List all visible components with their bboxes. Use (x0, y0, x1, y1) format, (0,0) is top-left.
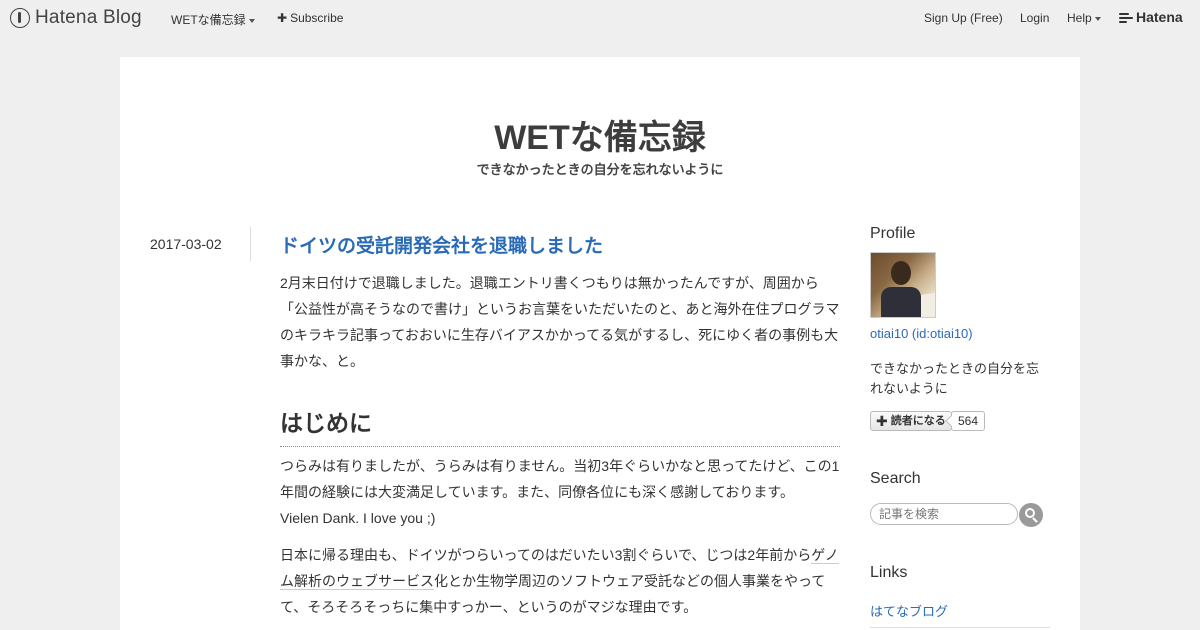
subscriber-count[interactable]: 564 (951, 411, 986, 431)
entry-paragraph: つらみは有りましたが、うらみは有りません。当初3年ぐらいかなと思ってたけど、この… (280, 453, 840, 531)
global-header: Hatena Blog WETな備忘録 ✚ Subscribe Sign Up (… (0, 0, 1200, 36)
paragraph-text: Vielen Dank. I love you ;) (280, 510, 436, 526)
sidebar-divider (870, 627, 1050, 628)
login-link[interactable]: Login (1020, 11, 1049, 25)
section-heading: はじめに (280, 404, 840, 447)
link-hatena-blog[interactable]: はてなブログ (870, 601, 1050, 620)
profile-user-link[interactable]: otiai10 (id:otiai10) (870, 326, 1050, 341)
brand-name: Hatena Blog (35, 7, 142, 28)
help-menu[interactable]: Help (1067, 11, 1101, 25)
subscribe-reader-label: 読者になる (890, 415, 946, 427)
search-heading: Search (870, 470, 921, 487)
hatena-blog-icon (10, 8, 30, 28)
entry-title[interactable]: ドイツの受託開発会社を退職しました (280, 231, 603, 258)
caret-down-icon (1094, 16, 1101, 21)
help-label: Help (1067, 11, 1092, 25)
entry-paragraph: 2月末日付けで退職しました。退職エントリ書くつもりは無かったんですが、周囲から「… (280, 275, 840, 369)
plus-icon: ✚ (277, 11, 288, 25)
entry-paragraph: 日本に帰る理由も、ドイツがつらいってのはだいたい3割ぐらいで、じつは2年前からゲ… (280, 542, 840, 620)
date-divider (250, 227, 251, 261)
subscribe-reader-button[interactable]: ✚ 読者になる (870, 411, 952, 431)
hatena-label: Hatena (1136, 9, 1183, 25)
paragraph-text: 日本に帰る理由も、ドイツがつらいってのはだいたい3割ぐらいで、じつは2年前から (280, 547, 812, 563)
hatena-icon (1119, 13, 1133, 23)
hatena-logo[interactable]: Hatena (1119, 9, 1183, 25)
search-button[interactable] (1019, 503, 1043, 527)
paragraph-text: つらみは有りましたが、うらみは有りません。当初3年ぐらいかなと思ってたけど、この… (280, 458, 840, 500)
blog-menu-label: WETな備忘録 (171, 13, 246, 27)
blog-container: WETな備忘録 できなかったときの自分を忘れないように 2017-03-02 ド… (120, 57, 1080, 630)
blog-menu[interactable]: WETな備忘録 (171, 11, 255, 28)
avatar[interactable] (870, 252, 936, 318)
hatena-blog-logo[interactable]: Hatena Blog (10, 6, 142, 30)
signup-link[interactable]: Sign Up (Free) (924, 11, 1003, 25)
entry-date[interactable]: 2017-03-02 (150, 236, 222, 252)
links-heading: Links (870, 564, 908, 581)
profile-heading: Profile (870, 225, 916, 242)
search-input[interactable] (870, 503, 1018, 525)
subscribe-button[interactable]: ✚ Subscribe (277, 11, 343, 25)
plus-icon: ✚ (876, 413, 888, 429)
profile-description: できなかったときの自分を忘れないように (870, 361, 1040, 396)
subscribe-label: Subscribe (290, 11, 344, 25)
blog-description: できなかったときの自分を忘れないように (476, 162, 724, 177)
blog-title[interactable]: WETな備忘録 (120, 110, 1080, 159)
caret-down-icon (248, 18, 255, 23)
